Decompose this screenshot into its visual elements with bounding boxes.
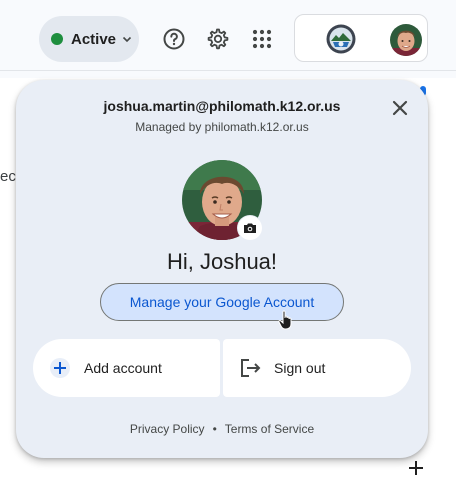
plus-icon	[50, 358, 70, 378]
terms-of-service-link[interactable]: Terms of Service	[225, 422, 314, 436]
sign-out-label: Sign out	[274, 360, 326, 376]
add-account-label: Add account	[84, 360, 162, 376]
add-icon[interactable]	[402, 454, 430, 482]
account-email: joshua.martin@philomath.k12.or.us	[103, 98, 341, 114]
avatar	[390, 24, 422, 56]
camera-icon[interactable]	[238, 216, 262, 240]
organization-logo	[326, 24, 356, 54]
chevron-down-icon	[121, 33, 133, 45]
status-dot-icon	[51, 33, 63, 45]
help-icon[interactable]	[159, 24, 189, 54]
add-account-button[interactable]: Add account	[33, 339, 220, 397]
greeting: Hi, Joshua!	[166, 249, 278, 274]
background-text: ec	[0, 168, 16, 185]
account-panel: joshua.martin@philomath.k12.or.us Manage…	[16, 80, 428, 458]
status-label: Active	[71, 30, 117, 48]
top-bar: Active	[0, 0, 456, 78]
managed-by-text: Managed by philomath.k12.or.us	[135, 120, 309, 134]
manage-account-button[interactable]: Manage your Google Account	[100, 283, 344, 321]
account-actions: Add account Sign out	[33, 339, 411, 397]
status-selector[interactable]: Active	[39, 16, 139, 62]
footer-separator: •	[212, 422, 217, 436]
logout-icon	[240, 358, 262, 378]
top-divider	[0, 70, 456, 71]
footer-links: Privacy Policy • Terms of Service	[16, 422, 428, 436]
gear-icon[interactable]	[203, 24, 233, 54]
hand-cursor-icon	[278, 309, 296, 338]
privacy-policy-link[interactable]: Privacy Policy	[130, 422, 205, 436]
sign-out-button[interactable]: Sign out	[223, 339, 411, 397]
apps-grid-icon[interactable]	[247, 24, 277, 54]
account-switcher[interactable]	[294, 14, 428, 62]
